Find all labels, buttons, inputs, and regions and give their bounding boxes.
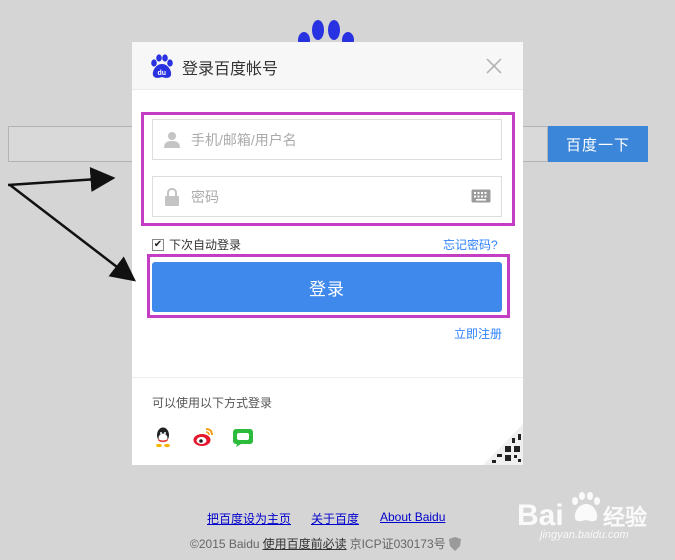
footer-copyright: ©2015 Baidu 使用百度前必读 京ICP证030173号 bbox=[190, 535, 461, 552]
keyboard-icon[interactable] bbox=[471, 189, 491, 203]
register-link[interactable]: 立即注册 bbox=[454, 325, 502, 342]
password-field[interactable] bbox=[152, 176, 502, 217]
footer-link-homepage[interactable]: 把百度设为主页 bbox=[207, 510, 291, 527]
qrcode-login-icon[interactable] bbox=[483, 424, 523, 465]
remember-checkbox[interactable]: ✔ bbox=[152, 238, 164, 251]
weibo-icon[interactable] bbox=[192, 426, 214, 448]
watermark-domain: jingyan.baidu.com bbox=[540, 529, 629, 541]
svg-text:du: du bbox=[158, 70, 167, 77]
login-dialog: du 登录百度帐号 手机/邮箱/用户名 ✔ 下次自动登录 忘记密码? 登录 立即… bbox=[132, 42, 523, 465]
remember-me[interactable]: ✔ 下次自动登录 bbox=[152, 236, 241, 253]
watermark-jingyan-text: 经验 bbox=[603, 505, 647, 531]
footer-link-terms[interactable]: 使用百度前必读 bbox=[263, 535, 347, 552]
forgot-password-link[interactable]: 忘记密码? bbox=[443, 236, 498, 253]
divider bbox=[132, 377, 523, 378]
lock-icon bbox=[153, 187, 191, 206]
footer-link-about-en[interactable]: About Baidu bbox=[380, 510, 445, 524]
icp-text: 京ICP证030173号 bbox=[349, 537, 446, 551]
wechat-icon[interactable] bbox=[232, 426, 254, 448]
dialog-title: 登录百度帐号 bbox=[182, 61, 279, 78]
close-icon[interactable] bbox=[484, 56, 504, 76]
copyright-text: ©2015 Baidu bbox=[190, 536, 260, 551]
footer-link-about[interactable]: 关于百度 bbox=[311, 510, 359, 527]
username-input[interactable] bbox=[191, 131, 451, 148]
dialog-header: du 登录百度帐号 bbox=[132, 42, 523, 90]
alt-login-label: 可以使用以下方式登录 bbox=[152, 396, 273, 410]
watermark-logo-text: Bai bbox=[517, 499, 564, 532]
search-button[interactable]: 百度一下 bbox=[548, 126, 648, 162]
login-button[interactable]: 登录 bbox=[152, 262, 502, 312]
user-icon bbox=[153, 131, 191, 149]
remember-label: 下次自动登录 bbox=[169, 238, 242, 252]
police-shield-icon bbox=[448, 536, 461, 551]
password-input[interactable] bbox=[191, 188, 451, 205]
qq-icon[interactable] bbox=[152, 426, 174, 448]
baidu-logo-icon: du bbox=[151, 54, 173, 78]
username-field[interactable] bbox=[152, 119, 502, 160]
